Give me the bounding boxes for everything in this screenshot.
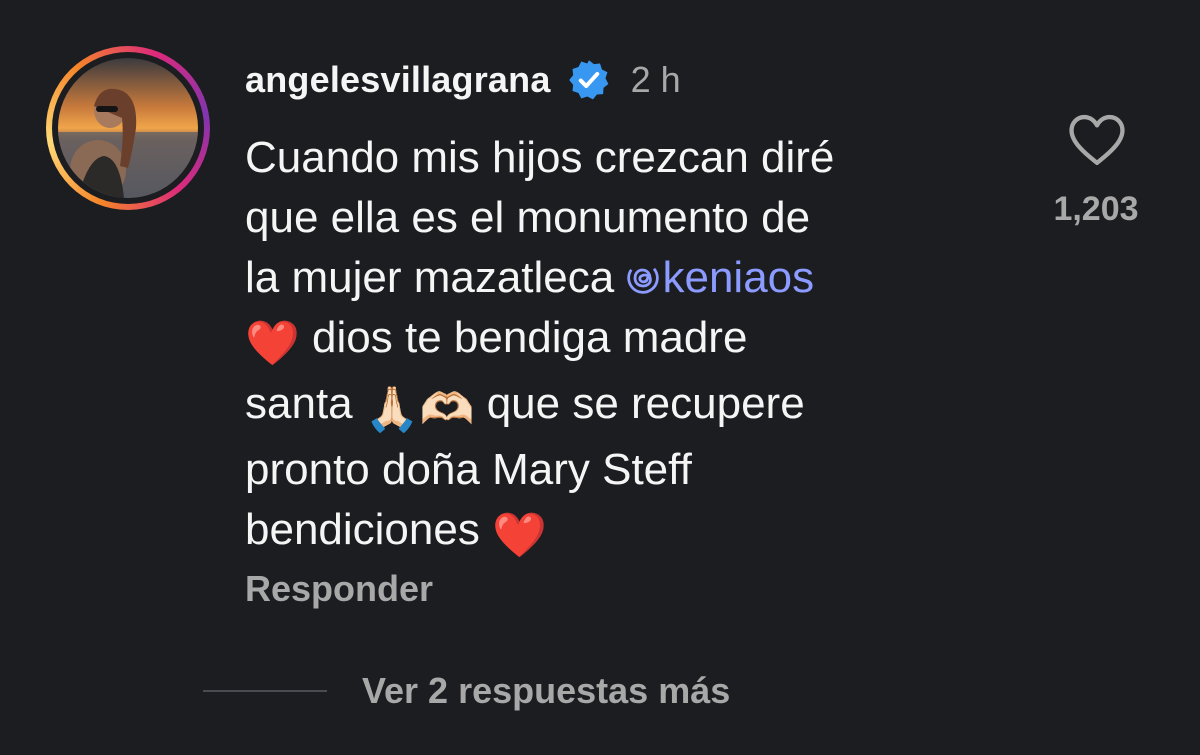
avatar-ring-gap <box>52 52 204 204</box>
praying-hands-emoji: 🙏🏻 <box>364 385 420 434</box>
comment-line: bendiciones ❤️ <box>245 500 1005 566</box>
comment-timestamp: 2 h <box>630 59 681 100</box>
comment-line-text: que ella es el monumento de <box>245 193 811 242</box>
view-replies-button[interactable]: Ver 2 respuestas más <box>362 670 730 712</box>
mention-username[interactable]: keniaos <box>662 253 814 302</box>
verified-badge-icon <box>568 60 608 100</box>
comment-line: que ella es el monumento de <box>245 188 1005 248</box>
heart-hands-emoji: 🫶🏻 <box>419 385 475 434</box>
comment-line-text: que se recupere <box>474 379 805 428</box>
replies-divider <box>203 690 327 692</box>
comment-line: santa 🙏🏻🫶🏻 que se recupere <box>245 374 1005 440</box>
heart-outline-icon[interactable] <box>1066 112 1128 168</box>
comment-text: Cuando mis hijos crezcan diré que ella e… <box>245 128 1005 566</box>
red-heart-emoji: ❤️ <box>492 511 547 560</box>
username[interactable]: angelesvillagrana <box>245 59 551 101</box>
comment-line: pronto doña Mary Steff <box>245 440 1005 500</box>
comment-line-text: dios te bendiga madre <box>299 313 748 362</box>
avatar-story-ring[interactable] <box>46 46 210 210</box>
comment-line: la mujer mazatleca keniaos <box>245 248 1005 308</box>
comment-line-text: Cuando mis hijos crezcan diré <box>245 133 835 182</box>
avatar[interactable] <box>58 58 198 198</box>
comment-line-text: bendiciones <box>245 505 493 554</box>
comment-line-text: pronto doña Mary Steff <box>245 445 692 494</box>
mention-link[interactable]: keniaos <box>626 253 814 302</box>
reply-button[interactable]: Responder <box>245 568 433 610</box>
comment-line-text: la mujer mazatleca <box>245 253 627 302</box>
comment-line-text: santa <box>245 379 365 428</box>
red-heart-emoji: ❤️ <box>245 319 300 368</box>
threads-icon <box>627 262 660 294</box>
comment-line: Cuando mis hijos crezcan diré <box>245 128 1005 188</box>
comment-header: angelesvillagrana 2 h <box>245 50 681 110</box>
comment-line: ❤️ dios te bendiga madre <box>245 308 1005 374</box>
like-count: 1,203 <box>1053 190 1139 228</box>
